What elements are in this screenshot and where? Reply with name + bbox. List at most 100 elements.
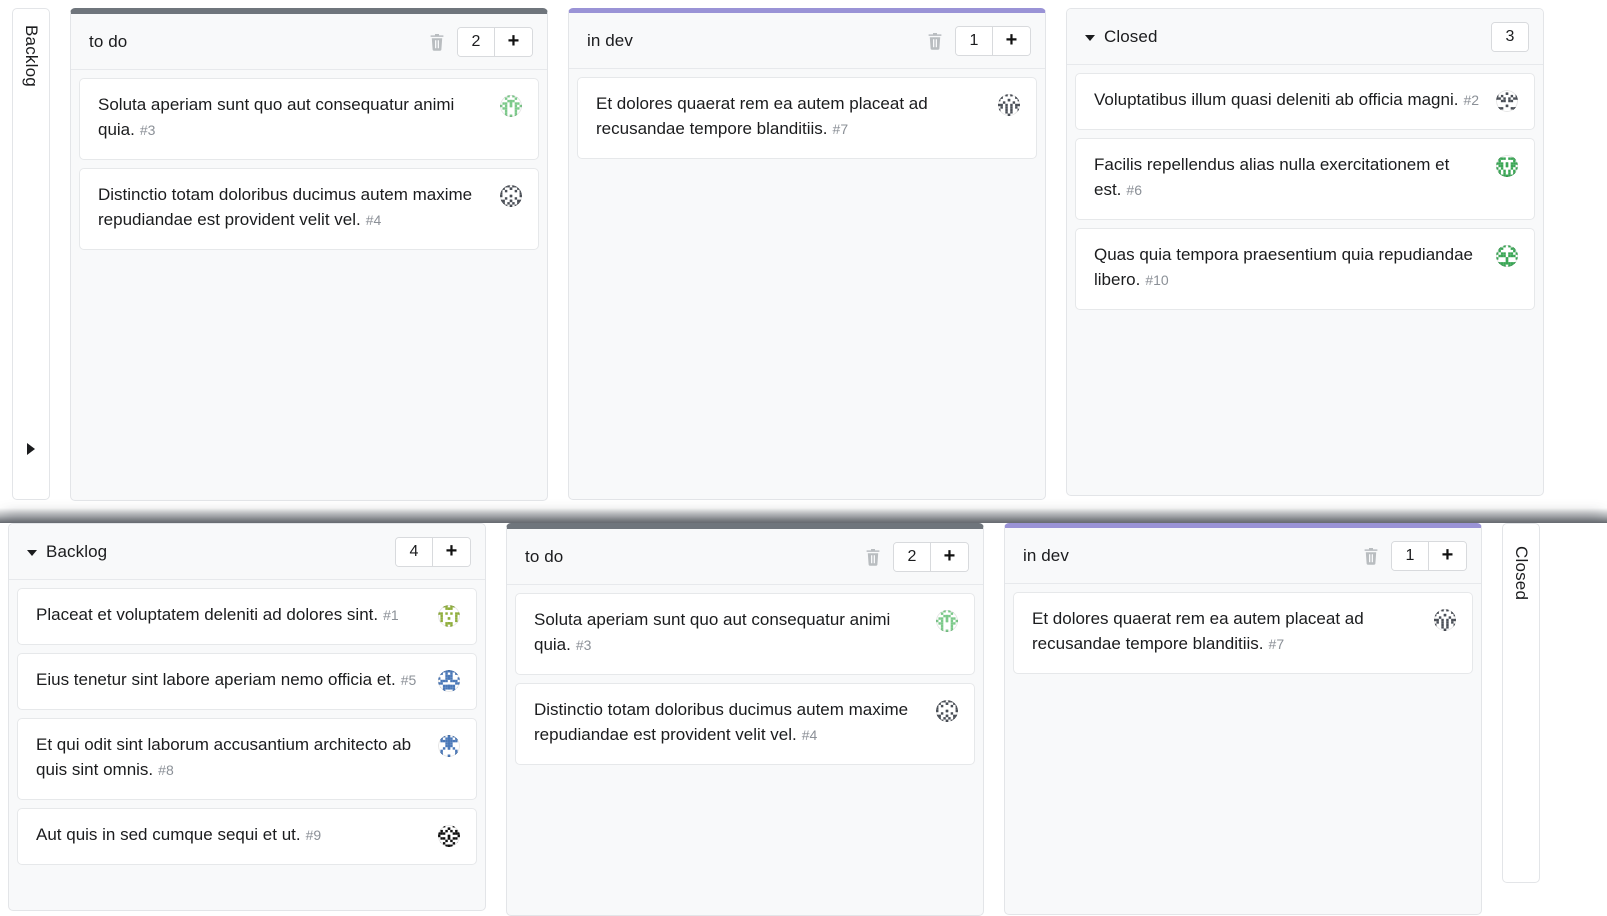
column-in-dev: in dev 1+ Et dolores quaerat rem ea autem … <box>1004 523 1482 915</box>
caret-right-icon[interactable] <box>27 443 35 455</box>
avatar <box>1496 155 1518 177</box>
column-backlog: Backlog 4+ Placeat et voluptatem deleniti … <box>8 523 486 911</box>
collapsed-column-closed[interactable]: Closed <box>1502 523 1540 883</box>
card-title: Et dolores quaerat rem ea autem placeat … <box>596 94 928 138</box>
card-title: Et qui odit sint laborum accusantium arc… <box>36 735 411 779</box>
card[interactable]: Et dolores quaerat rem ea autem placeat … <box>577 77 1037 159</box>
board-upper: Backlog to do2+ Soluta aperiam sunt quo a… <box>12 8 1607 508</box>
column-title: to do <box>525 547 563 567</box>
card[interactable]: Distinctio totam doloribus ducimus autem… <box>515 683 975 765</box>
avatar <box>936 610 958 632</box>
trash-icon[interactable] <box>429 33 445 51</box>
column-title-wrap: to do <box>525 547 865 567</box>
card-title: Aut quis in sed cumque sequi et ut. <box>36 825 301 844</box>
card-text: Distinctio totam doloribus ducimus autem… <box>98 183 490 233</box>
card-id: #4 <box>802 727 818 743</box>
card[interactable]: Aut quis in sed cumque sequi et ut. #9 <box>17 808 477 865</box>
column-header: to do 2+ <box>507 529 983 585</box>
column-count-add-group: 1+ <box>955 26 1031 56</box>
card-text: Soluta aperiam sunt quo aut consequatur … <box>98 93 490 143</box>
column-actions: 4+ <box>395 537 471 567</box>
card[interactable]: Soluta aperiam sunt quo aut consequatur … <box>515 593 975 675</box>
column-card-list[interactable]: Placeat et voluptatem deleniti ad dolore… <box>9 580 485 910</box>
avatar <box>438 825 460 847</box>
column-count-add-group: 1+ <box>1391 541 1467 571</box>
column-count-add-group: 2+ <box>457 27 533 57</box>
add-card-button[interactable]: + <box>494 28 532 56</box>
card-count-badge: 1 <box>956 27 992 55</box>
card-title: Eius tenetur sint labore aperiam nemo of… <box>36 670 396 689</box>
caret-down-icon[interactable] <box>27 550 37 556</box>
card-title: Distinctio totam doloribus ducimus autem… <box>534 700 908 744</box>
avatar <box>1496 90 1518 112</box>
card-text: Voluptatibus illum quasi deleniti ab off… <box>1094 88 1486 113</box>
add-card-button[interactable]: + <box>1428 542 1466 570</box>
card[interactable]: Quas quia tempora praesentium quia repud… <box>1075 228 1535 310</box>
card[interactable]: Soluta aperiam sunt quo aut consequatur … <box>79 78 539 160</box>
add-card-button[interactable]: + <box>930 543 968 571</box>
avatar <box>438 735 460 757</box>
column-actions: 2+ <box>429 27 533 57</box>
card-text: Placeat et voluptatem deleniti ad dolore… <box>36 603 428 628</box>
column-actions: 1+ <box>927 26 1031 56</box>
card[interactable]: Placeat et voluptatem deleniti ad dolore… <box>17 588 477 645</box>
card-id: #3 <box>140 122 156 138</box>
card-count-badge: 2 <box>894 543 930 571</box>
card-id: #3 <box>576 637 592 653</box>
add-card-button[interactable]: + <box>432 538 470 566</box>
caret-down-icon[interactable] <box>1085 35 1095 41</box>
card[interactable]: Eius tenetur sint labore aperiam nemo of… <box>17 653 477 710</box>
column-card-list[interactable]: Voluptatibus illum quasi deleniti ab off… <box>1067 65 1543 495</box>
column-card-list[interactable]: Soluta aperiam sunt quo aut consequatur … <box>507 585 983 915</box>
card-count-badge: 3 <box>1492 23 1528 51</box>
card[interactable]: Et dolores quaerat rem ea autem placeat … <box>1013 592 1473 674</box>
card-text: Distinctio totam doloribus ducimus autem… <box>534 698 926 748</box>
column-title-wrap: in dev <box>1023 546 1363 566</box>
avatar <box>500 185 522 207</box>
card-text: Aut quis in sed cumque sequi et ut. #9 <box>36 823 428 848</box>
column-card-list[interactable]: Et dolores quaerat rem ea autem placeat … <box>569 69 1045 499</box>
column-closed: Closed3 Voluptatibus illum quasi deleniti… <box>1066 8 1544 496</box>
card-id: #7 <box>1269 636 1285 652</box>
card-title: Et dolores quaerat rem ea autem placeat … <box>1032 609 1364 653</box>
collapsed-column-backlog[interactable]: Backlog <box>12 8 50 500</box>
column-header: Closed3 <box>1067 9 1543 65</box>
column-header: Backlog 4+ <box>9 524 485 580</box>
column-title-wrap: Closed <box>1085 27 1491 47</box>
column-to-do: to do2+ Soluta aperiam sunt quo aut conse… <box>70 8 548 501</box>
column-count-add-group: 3 <box>1491 22 1529 52</box>
add-card-button[interactable]: + <box>992 27 1030 55</box>
avatar <box>1496 245 1518 267</box>
card-text: Et dolores quaerat rem ea autem placeat … <box>596 92 988 142</box>
column-in-dev: in dev1+Et dolores quaerat rem ea autem … <box>568 8 1046 500</box>
column-actions: 3 <box>1491 22 1529 52</box>
card[interactable]: Distinctio totam doloribus ducimus autem… <box>79 168 539 250</box>
card[interactable]: Facilis repellendus alias nulla exercita… <box>1075 138 1535 220</box>
card-count-badge: 2 <box>458 28 494 56</box>
card[interactable]: Voluptatibus illum quasi deleniti ab off… <box>1075 73 1535 130</box>
trash-icon[interactable] <box>927 32 943 50</box>
kanban-screen: Backlog to do2+Soluta aperiam sunt quo a… <box>0 0 1607 916</box>
column-title: Backlog <box>46 542 107 562</box>
trash-icon[interactable] <box>1363 547 1379 565</box>
avatar <box>438 605 460 627</box>
card-id: #9 <box>306 827 322 843</box>
card-title: Facilis repellendus alias nulla exercita… <box>1094 155 1449 199</box>
avatar <box>1434 609 1456 631</box>
column-to-do: to do 2+ Soluta aperiam sunt quo aut conse… <box>506 523 984 916</box>
column-actions: 2+ <box>865 542 969 572</box>
column-card-list[interactable]: Soluta aperiam sunt quo aut consequatur … <box>71 70 547 500</box>
card-id: #2 <box>1463 92 1479 108</box>
card-id: #4 <box>366 212 382 228</box>
card-id: #6 <box>1126 182 1142 198</box>
card[interactable]: Et qui odit sint laborum accusantium arc… <box>17 718 477 800</box>
column-count-add-group: 4+ <box>395 537 471 567</box>
trash-icon[interactable] <box>865 548 881 566</box>
avatar <box>500 95 522 117</box>
column-actions: 1+ <box>1363 541 1467 571</box>
avatar <box>998 94 1020 116</box>
column-header: to do2+ <box>71 14 547 70</box>
column-card-list[interactable]: Et dolores quaerat rem ea autem placeat … <box>1005 584 1481 914</box>
card-text: Et dolores quaerat rem ea autem placeat … <box>1032 607 1424 657</box>
column-count-add-group: 2+ <box>893 542 969 572</box>
